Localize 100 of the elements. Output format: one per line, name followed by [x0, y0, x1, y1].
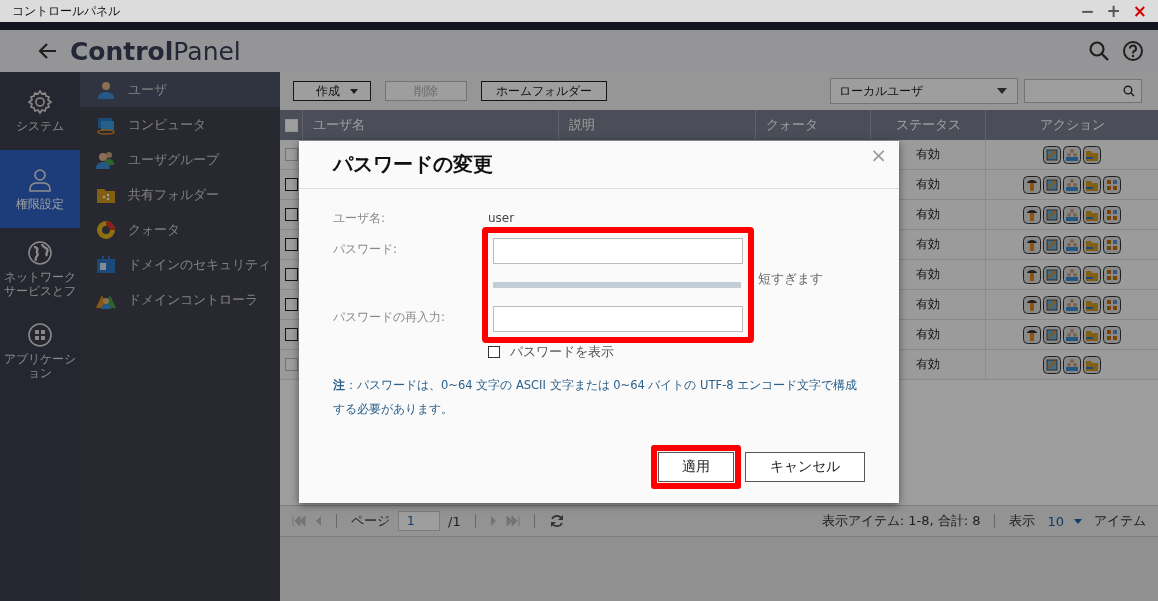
sidebar-item[interactable]: ユーザ	[80, 72, 280, 107]
nav-item[interactable]: システム	[0, 72, 80, 150]
key-icon[interactable]	[1023, 295, 1041, 314]
key-icon[interactable]	[1023, 265, 1041, 284]
nav-item[interactable]: 権限設定	[0, 150, 80, 228]
status-text: 有効	[916, 236, 940, 253]
user-type-dropdown[interactable]: ローカルユーザ	[830, 78, 1018, 104]
grid-icon[interactable]	[1103, 325, 1121, 344]
row-checkbox[interactable]	[284, 208, 298, 221]
status-text: 有効	[916, 266, 940, 283]
folder-icon[interactable]	[1083, 355, 1101, 374]
row-checkbox[interactable]	[284, 328, 298, 341]
people-icon[interactable]	[1063, 355, 1081, 374]
pencil-icon[interactable]	[1043, 145, 1061, 164]
pencil-icon[interactable]	[1043, 355, 1061, 374]
help-icon[interactable]	[1122, 40, 1144, 62]
pencil-icon[interactable]	[1043, 295, 1061, 314]
toolbar-button[interactable]: ホームフォルダー	[481, 81, 607, 101]
minimize-button[interactable]: −	[1077, 1, 1098, 21]
app-title: ControlPanel	[70, 36, 241, 66]
back-arrow-icon[interactable]	[38, 41, 58, 61]
sidebar-item[interactable]: クォータ	[80, 212, 280, 247]
grid-icon[interactable]	[1103, 235, 1121, 254]
folder-icon[interactable]	[1083, 145, 1101, 164]
status-text: 有効	[916, 206, 940, 223]
sidebar-item[interactable]: ドメインコントローラ	[80, 282, 280, 317]
key-icon[interactable]	[1023, 175, 1041, 194]
row-checkbox[interactable]	[284, 238, 298, 251]
key-icon[interactable]	[1023, 325, 1041, 344]
close-button[interactable]: ×	[1129, 1, 1150, 21]
status-text: 有効	[916, 356, 940, 373]
nav-item[interactable]: ネットワークサービスとフ	[0, 228, 80, 310]
folder-icon[interactable]	[1083, 235, 1101, 254]
sidebar-item[interactable]: 共有フォルダー	[80, 177, 280, 212]
pencil-icon[interactable]	[1043, 265, 1061, 284]
pencil-icon[interactable]	[1043, 175, 1061, 194]
row-checkbox[interactable]	[284, 178, 298, 191]
row-checkbox[interactable]	[284, 268, 298, 281]
password-field[interactable]	[493, 238, 743, 264]
caret-icon	[350, 88, 358, 94]
user-icon	[96, 79, 116, 100]
status-text: 有効	[916, 326, 940, 343]
refresh-icon[interactable]	[548, 513, 565, 529]
pencil-icon[interactable]	[1043, 235, 1061, 254]
folder-icon[interactable]	[1083, 325, 1101, 344]
apply-button[interactable]: 適用	[658, 452, 734, 483]
select-all-checkbox[interactable]	[284, 118, 298, 132]
key-icon[interactable]	[1023, 235, 1041, 254]
grid-icon	[27, 321, 53, 348]
nav-item[interactable]: アプリケーション	[0, 310, 80, 392]
status-text: 有効	[916, 176, 940, 193]
page-total: /1	[448, 513, 461, 529]
page-field[interactable]: 1	[398, 511, 440, 531]
people-icon[interactable]	[1063, 265, 1081, 284]
cancel-button[interactable]: キャンセル	[745, 452, 865, 483]
grid-icon[interactable]	[1103, 175, 1121, 194]
item-summary: 表示アイテム: 1-8, 合計: 8	[821, 512, 981, 530]
grid-icon[interactable]	[1103, 265, 1121, 284]
row-checkbox[interactable]	[284, 298, 298, 311]
pencil-icon[interactable]	[1043, 325, 1061, 344]
confirm-password-field[interactable]	[493, 306, 743, 332]
search-field[interactable]	[1024, 79, 1142, 103]
folder-icon[interactable]	[1083, 175, 1101, 194]
folder-icon[interactable]	[1083, 205, 1101, 224]
pencil-icon[interactable]	[1043, 205, 1061, 224]
settings-icon	[27, 88, 53, 115]
donut-icon	[96, 219, 116, 240]
key-icon[interactable]	[1023, 205, 1041, 224]
people-icon[interactable]	[1063, 295, 1081, 314]
page-label: ページ	[351, 512, 390, 530]
field-label: パスワード:	[333, 241, 399, 257]
sidebar-item[interactable]: ユーザグループ	[80, 142, 280, 177]
people-icon[interactable]	[1063, 205, 1081, 224]
status-text: 有効	[916, 146, 940, 163]
folder-icon[interactable]	[1083, 295, 1101, 314]
search-icon[interactable]	[1088, 40, 1110, 62]
people-icon[interactable]	[1063, 145, 1081, 164]
folder-icon[interactable]	[1083, 265, 1101, 284]
sidebar-item[interactable]: ドメインのセキュリティ	[80, 247, 280, 282]
people-icon[interactable]	[1063, 175, 1081, 194]
show-password-checkbox[interactable]	[488, 346, 500, 358]
group-icon	[96, 149, 116, 170]
per-page-label: 表示	[1009, 512, 1036, 530]
people-icon[interactable]	[1063, 325, 1081, 344]
grid-icon[interactable]	[1103, 205, 1121, 224]
toolbar-button[interactable]: 作成	[293, 81, 371, 101]
sidebar-item[interactable]: コンピュータ	[80, 107, 280, 142]
username-value: user	[488, 211, 515, 225]
people-icon[interactable]	[1063, 235, 1081, 254]
maximize-button[interactable]: +	[1103, 1, 1124, 21]
close-button[interactable]: ×	[870, 145, 887, 165]
grid-icon[interactable]	[1103, 295, 1121, 314]
dialog-title: パスワードの変更	[333, 151, 493, 178]
field-label: パスワードの再入力:	[333, 309, 447, 326]
search-icon	[1123, 85, 1135, 97]
per-page-dropdown[interactable]: 10	[1047, 513, 1082, 529]
per-page-unit: アイテム	[1094, 512, 1146, 530]
person-icon	[27, 166, 53, 193]
field-label: ユーザ名:	[333, 209, 387, 227]
caret-icon	[1074, 518, 1082, 524]
